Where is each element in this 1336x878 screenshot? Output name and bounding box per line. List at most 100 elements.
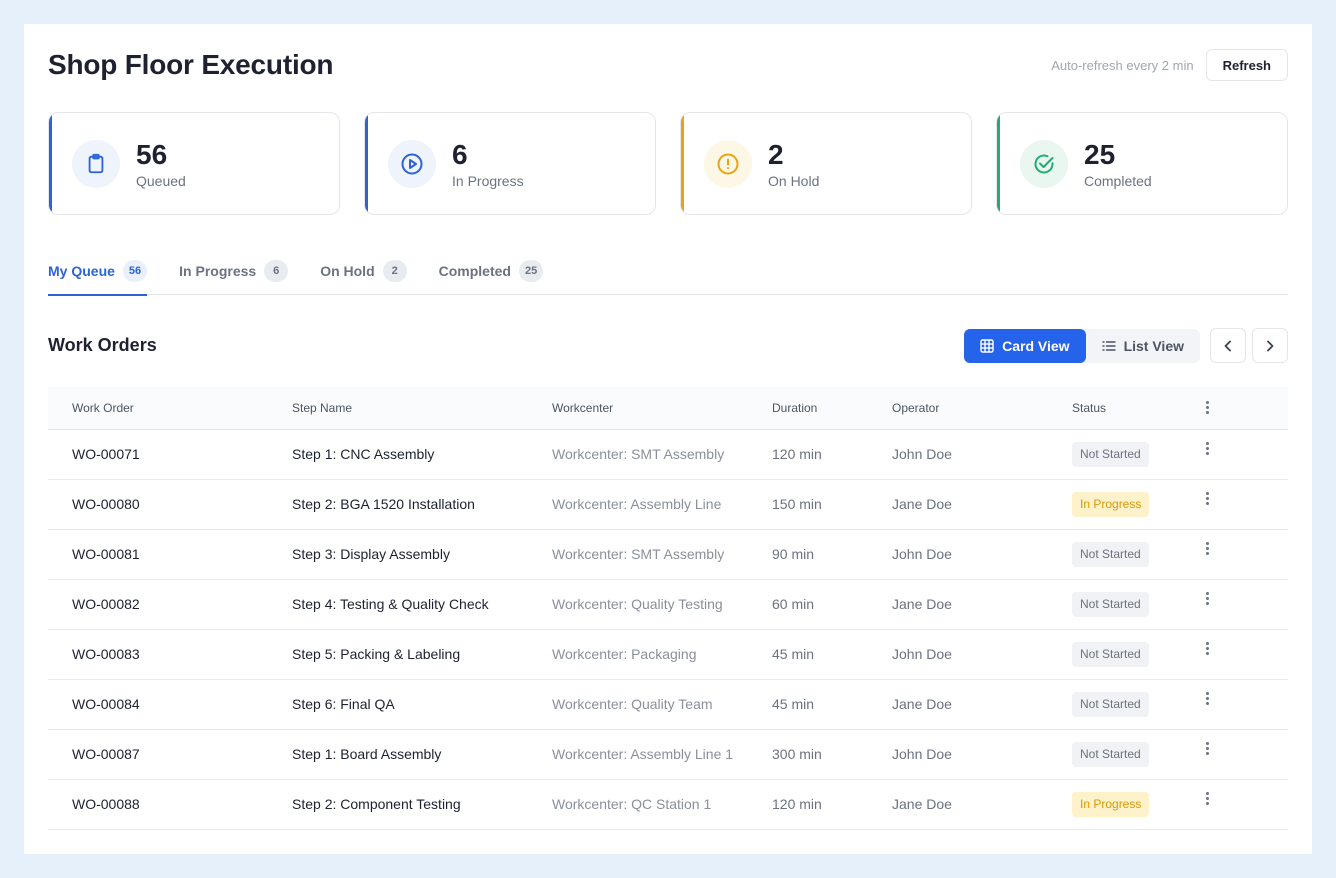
clipboard-icon bbox=[72, 139, 120, 188]
table-row[interactable]: WO-00084 Step 6: Final QA Workcenter: Qu… bbox=[48, 679, 1288, 730]
workcenter: Workcenter: Assembly Line 1 bbox=[552, 729, 772, 780]
list-view-label: List View bbox=[1123, 338, 1184, 354]
more-vertical-icon[interactable] bbox=[1202, 540, 1213, 557]
column-header[interactable]: Step Name bbox=[292, 387, 552, 430]
list-icon bbox=[1101, 341, 1116, 351]
next-page-button[interactable] bbox=[1252, 328, 1288, 363]
status-badge: Not Started bbox=[1072, 691, 1149, 717]
stat-value: 6 bbox=[452, 138, 468, 170]
stat-card-completed[interactable]: 25 Completed bbox=[996, 112, 1288, 215]
chevron-right-icon bbox=[1267, 340, 1274, 351]
work-order-id[interactable]: WO-00083 bbox=[48, 629, 292, 680]
duration: 90 min bbox=[772, 529, 892, 580]
operator: Jane Doe bbox=[892, 479, 1072, 530]
row-actions bbox=[1202, 429, 1288, 480]
column-header[interactable]: Work Order bbox=[48, 387, 292, 430]
status-cell: Not Started bbox=[1072, 579, 1202, 630]
refresh-button[interactable]: Refresh bbox=[1205, 49, 1288, 81]
duration: 60 min bbox=[772, 579, 892, 630]
tab-completed[interactable]: Completed 25 bbox=[439, 259, 544, 295]
step-name: Step 4: Testing & Quality Check bbox=[292, 579, 552, 630]
stat-card-on-hold[interactable]: 2 On Hold bbox=[680, 112, 972, 215]
table-row[interactable]: WO-00082 Step 4: Testing & Quality Check… bbox=[48, 579, 1288, 630]
tab-count-badge: 25 bbox=[518, 260, 544, 282]
workcenter: Workcenter: Assembly Line bbox=[552, 479, 772, 530]
status-badge: In Progress bbox=[1072, 491, 1150, 517]
more-vertical-icon[interactable] bbox=[1202, 690, 1213, 707]
main-panel: Shop Floor Execution Auto-refresh every … bbox=[24, 24, 1312, 854]
workcenter: Workcenter: Quality Testing bbox=[552, 579, 772, 630]
step-name: Step 1: CNC Assembly bbox=[292, 429, 552, 480]
stat-value: 56 bbox=[136, 138, 168, 170]
table-row[interactable]: WO-00080 Step 2: BGA 1520 Installation W… bbox=[48, 479, 1288, 530]
row-actions bbox=[1202, 779, 1288, 830]
tab-on-hold[interactable]: On Hold 2 bbox=[320, 259, 407, 295]
work-order-id[interactable]: WO-00081 bbox=[48, 529, 292, 580]
autorefresh-text: Auto-refresh every 2 min bbox=[1051, 57, 1194, 73]
check-circle-icon bbox=[1020, 139, 1068, 188]
status-badge: Not Started bbox=[1072, 591, 1149, 617]
section-title: Work Orders bbox=[48, 335, 157, 355]
chevron-left-icon bbox=[1224, 340, 1231, 351]
work-order-id[interactable]: WO-00087 bbox=[48, 729, 292, 780]
alert-circle-icon bbox=[704, 139, 752, 188]
column-header[interactable]: Operator bbox=[892, 387, 1072, 430]
table-row[interactable]: WO-00087 Step 1: Board Assembly Workcent… bbox=[48, 729, 1288, 780]
status-cell: Not Started bbox=[1072, 529, 1202, 580]
status-cell: Not Started bbox=[1072, 629, 1202, 680]
table-row[interactable]: WO-00083 Step 5: Packing & Labeling Work… bbox=[48, 629, 1288, 680]
work-orders-header: Work Orders Card View List View bbox=[48, 295, 1288, 387]
table-row[interactable]: WO-00088 Step 2: Component Testing Workc… bbox=[48, 779, 1288, 830]
prev-page-button[interactable] bbox=[1210, 328, 1246, 363]
column-header[interactable]: Duration bbox=[772, 387, 892, 430]
stat-card-in-progress[interactable]: 6 In Progress bbox=[364, 112, 656, 215]
stat-card-queued[interactable]: 56 Queued bbox=[48, 112, 340, 215]
status-badge: In Progress bbox=[1072, 791, 1150, 817]
status-cell: In Progress bbox=[1072, 479, 1202, 530]
page-title: Shop Floor Execution bbox=[48, 49, 334, 80]
more-vertical-icon[interactable] bbox=[1202, 740, 1213, 757]
work-order-id[interactable]: WO-00080 bbox=[48, 479, 292, 530]
row-actions bbox=[1202, 679, 1288, 730]
list-view-button[interactable]: List View bbox=[1086, 329, 1200, 363]
tab-count-badge: 6 bbox=[264, 260, 289, 282]
tab-label: On Hold bbox=[320, 263, 375, 279]
work-order-id[interactable]: WO-00071 bbox=[48, 429, 292, 480]
step-name: Step 5: Packing & Labeling bbox=[292, 629, 552, 680]
column-header[interactable]: Status bbox=[1072, 387, 1202, 430]
more-vertical-icon[interactable] bbox=[1202, 490, 1213, 507]
tab-my-queue[interactable]: My Queue 56 bbox=[48, 259, 148, 296]
operator: Jane Doe bbox=[892, 779, 1072, 830]
table-row[interactable]: WO-00081 Step 3: Display Assembly Workce… bbox=[48, 529, 1288, 580]
pager bbox=[1210, 328, 1288, 363]
view-toggle: Card View List View bbox=[964, 329, 1200, 363]
more-vertical-icon[interactable] bbox=[1202, 790, 1213, 807]
card-view-button[interactable]: Card View bbox=[964, 329, 1086, 363]
status-cell: Not Started bbox=[1072, 429, 1202, 480]
operator: John Doe bbox=[892, 729, 1072, 780]
more-vertical-icon[interactable] bbox=[1202, 440, 1213, 457]
more-vertical-icon[interactable] bbox=[1202, 640, 1213, 657]
workcenter: Workcenter: SMT Assembly bbox=[552, 529, 772, 580]
row-actions bbox=[1202, 579, 1288, 630]
status-badge: Not Started bbox=[1072, 441, 1149, 467]
work-order-id[interactable]: WO-00088 bbox=[48, 779, 292, 830]
operator: John Doe bbox=[892, 429, 1072, 480]
table-row[interactable]: WO-00071 Step 1: CNC Assembly Workcenter… bbox=[48, 429, 1288, 480]
header: Shop Floor Execution Auto-refresh every … bbox=[48, 24, 1288, 112]
more-vertical-icon[interactable] bbox=[1202, 590, 1213, 607]
work-order-id[interactable]: WO-00082 bbox=[48, 579, 292, 630]
more-vertical-icon[interactable] bbox=[1202, 399, 1213, 416]
tab-in-progress[interactable]: In Progress 6 bbox=[179, 259, 289, 295]
status-cell: Not Started bbox=[1072, 729, 1202, 780]
stat-value: 2 bbox=[768, 138, 784, 170]
operator: John Doe bbox=[892, 529, 1072, 580]
stat-value: 25 bbox=[1084, 138, 1116, 170]
work-order-id[interactable]: WO-00084 bbox=[48, 679, 292, 730]
status-cell: Not Started bbox=[1072, 679, 1202, 730]
table-header-row: Work Order Step Name Workcenter Duration… bbox=[48, 387, 1288, 430]
column-header[interactable]: Workcenter bbox=[552, 387, 772, 430]
table-body: WO-00071 Step 1: CNC Assembly Workcenter… bbox=[48, 429, 1288, 830]
status-badge: Not Started bbox=[1072, 541, 1149, 567]
workcenter: Workcenter: Quality Team bbox=[552, 679, 772, 730]
